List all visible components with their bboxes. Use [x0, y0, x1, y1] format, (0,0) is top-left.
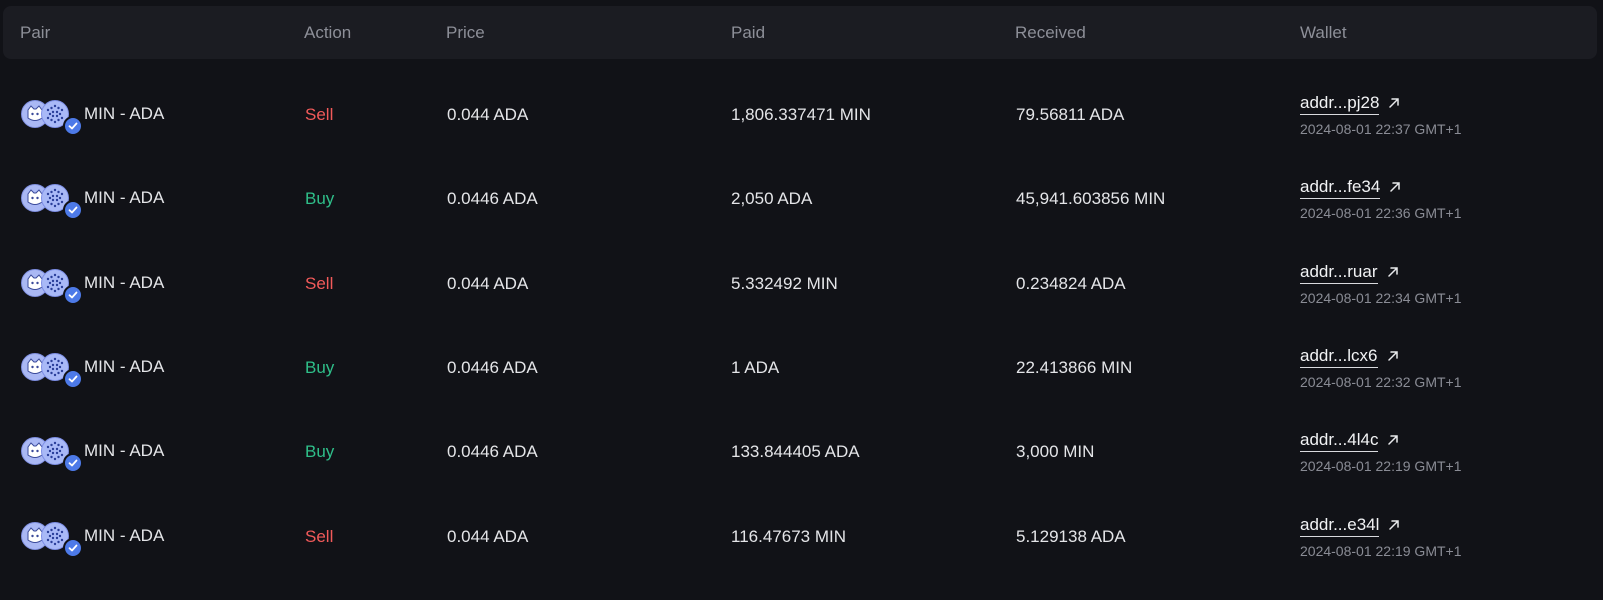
action-label: Sell	[305, 527, 334, 546]
paid-value: 1,806.337471 MIN	[731, 105, 871, 124]
external-link-icon[interactable]	[1387, 96, 1401, 110]
trade-timestamp: 2024-08-01 22:32 GMT+1	[1300, 374, 1462, 390]
wallet-address-link[interactable]: addr...lcx6	[1300, 347, 1378, 368]
verified-badge-icon	[63, 200, 83, 220]
received-value: 45,941.603856 MIN	[1016, 189, 1166, 208]
trade-timestamp: 2024-08-01 22:19 GMT+1	[1300, 458, 1462, 474]
pair-icons	[21, 522, 83, 558]
price-value: 0.0446 ADA	[447, 189, 538, 208]
pair-icons	[21, 353, 83, 389]
column-header-paid: Paid	[731, 23, 766, 42]
received-value: 3,000 MIN	[1016, 442, 1095, 461]
paid-value: 2,050 ADA	[731, 189, 813, 208]
received-value: 79.56811 ADA	[1016, 105, 1125, 124]
paid-value: 133.844405 ADA	[731, 442, 860, 461]
wallet-address-link[interactable]: addr...pj28	[1300, 94, 1380, 115]
action-label: Buy	[305, 442, 335, 461]
verified-badge-icon	[63, 538, 83, 558]
received-value: 0.234824 ADA	[1016, 274, 1126, 293]
action-label: Sell	[305, 274, 334, 293]
verified-badge-icon	[63, 116, 83, 136]
pair-label: MIN - ADA	[84, 104, 165, 123]
received-value: 5.129138 ADA	[1016, 527, 1126, 546]
price-value: 0.0446 ADA	[447, 442, 538, 461]
pair-icons	[21, 100, 83, 136]
received-value: 22.413866 MIN	[1016, 358, 1133, 377]
pair-label: MIN - ADA	[84, 526, 165, 545]
action-label: Buy	[305, 189, 335, 208]
trade-timestamp: 2024-08-01 22:19 GMT+1	[1300, 543, 1462, 559]
external-link-icon[interactable]	[1387, 518, 1401, 532]
external-link-icon[interactable]	[1386, 349, 1400, 363]
action-label: Sell	[305, 105, 334, 124]
table-row: MIN - ADA Sell 0.044 ADA 116.47673 MIN 5.129…	[0, 493, 1603, 579]
table-row: MIN - ADA Sell 0.044 ADA 5.332492 MIN 0.2348…	[0, 240, 1603, 326]
table-row: MIN - ADA Buy 0.0446 ADA 133.844405 ADA 3,00…	[0, 408, 1603, 494]
trade-timestamp: 2024-08-01 22:37 GMT+1	[1300, 121, 1462, 137]
table-row: MIN - ADA Buy 0.0446 ADA 2,050 ADA 45,941.60…	[0, 155, 1603, 241]
external-link-icon[interactable]	[1388, 180, 1402, 194]
pair-label: MIN - ADA	[84, 357, 165, 376]
external-link-icon[interactable]	[1386, 433, 1400, 447]
column-header-wallet: Wallet	[1300, 23, 1347, 42]
paid-value: 1 ADA	[731, 358, 780, 377]
trade-timestamp: 2024-08-01 22:36 GMT+1	[1300, 205, 1462, 221]
trade-history-table: Pair Action Price Paid Received Wallet M…	[0, 0, 1603, 600]
price-value: 0.044 ADA	[447, 274, 529, 293]
price-value: 0.044 ADA	[447, 105, 529, 124]
price-value: 0.0446 ADA	[447, 358, 538, 377]
wallet-address-link[interactable]: addr...4l4c	[1300, 431, 1379, 452]
column-header-price: Price	[446, 23, 485, 42]
verified-badge-icon	[63, 453, 83, 473]
paid-value: 116.47673 MIN	[731, 527, 846, 546]
pair-label: MIN - ADA	[84, 441, 165, 460]
price-value: 0.044 ADA	[447, 527, 529, 546]
action-label: Buy	[305, 358, 335, 377]
verified-badge-icon	[63, 369, 83, 389]
table-row: MIN - ADA Buy 0.0446 ADA 1 ADA 22.413866 MIN…	[0, 324, 1603, 410]
pair-label: MIN - ADA	[84, 188, 165, 207]
trade-timestamp: 2024-08-01 22:34 GMT+1	[1300, 290, 1462, 306]
pair-label: MIN - ADA	[84, 273, 165, 292]
column-header-pair: Pair	[20, 23, 51, 42]
pair-icons	[21, 269, 83, 305]
verified-badge-icon	[63, 285, 83, 305]
wallet-address-link[interactable]: addr...ruar	[1300, 263, 1378, 284]
external-link-icon[interactable]	[1386, 265, 1400, 279]
column-header-received: Received	[1015, 23, 1086, 42]
wallet-address-link[interactable]: addr...fe34	[1300, 178, 1381, 199]
column-header-action: Action	[304, 23, 352, 42]
pair-icons	[21, 437, 83, 473]
table-header: Pair Action Price Paid Received Wallet	[3, 6, 1597, 59]
paid-value: 5.332492 MIN	[731, 274, 838, 293]
wallet-address-link[interactable]: addr...e34l	[1300, 516, 1380, 537]
table-row: MIN - ADA Sell 0.044 ADA 1,806.337471 MIN 79…	[0, 71, 1603, 157]
pair-icons	[21, 184, 83, 220]
